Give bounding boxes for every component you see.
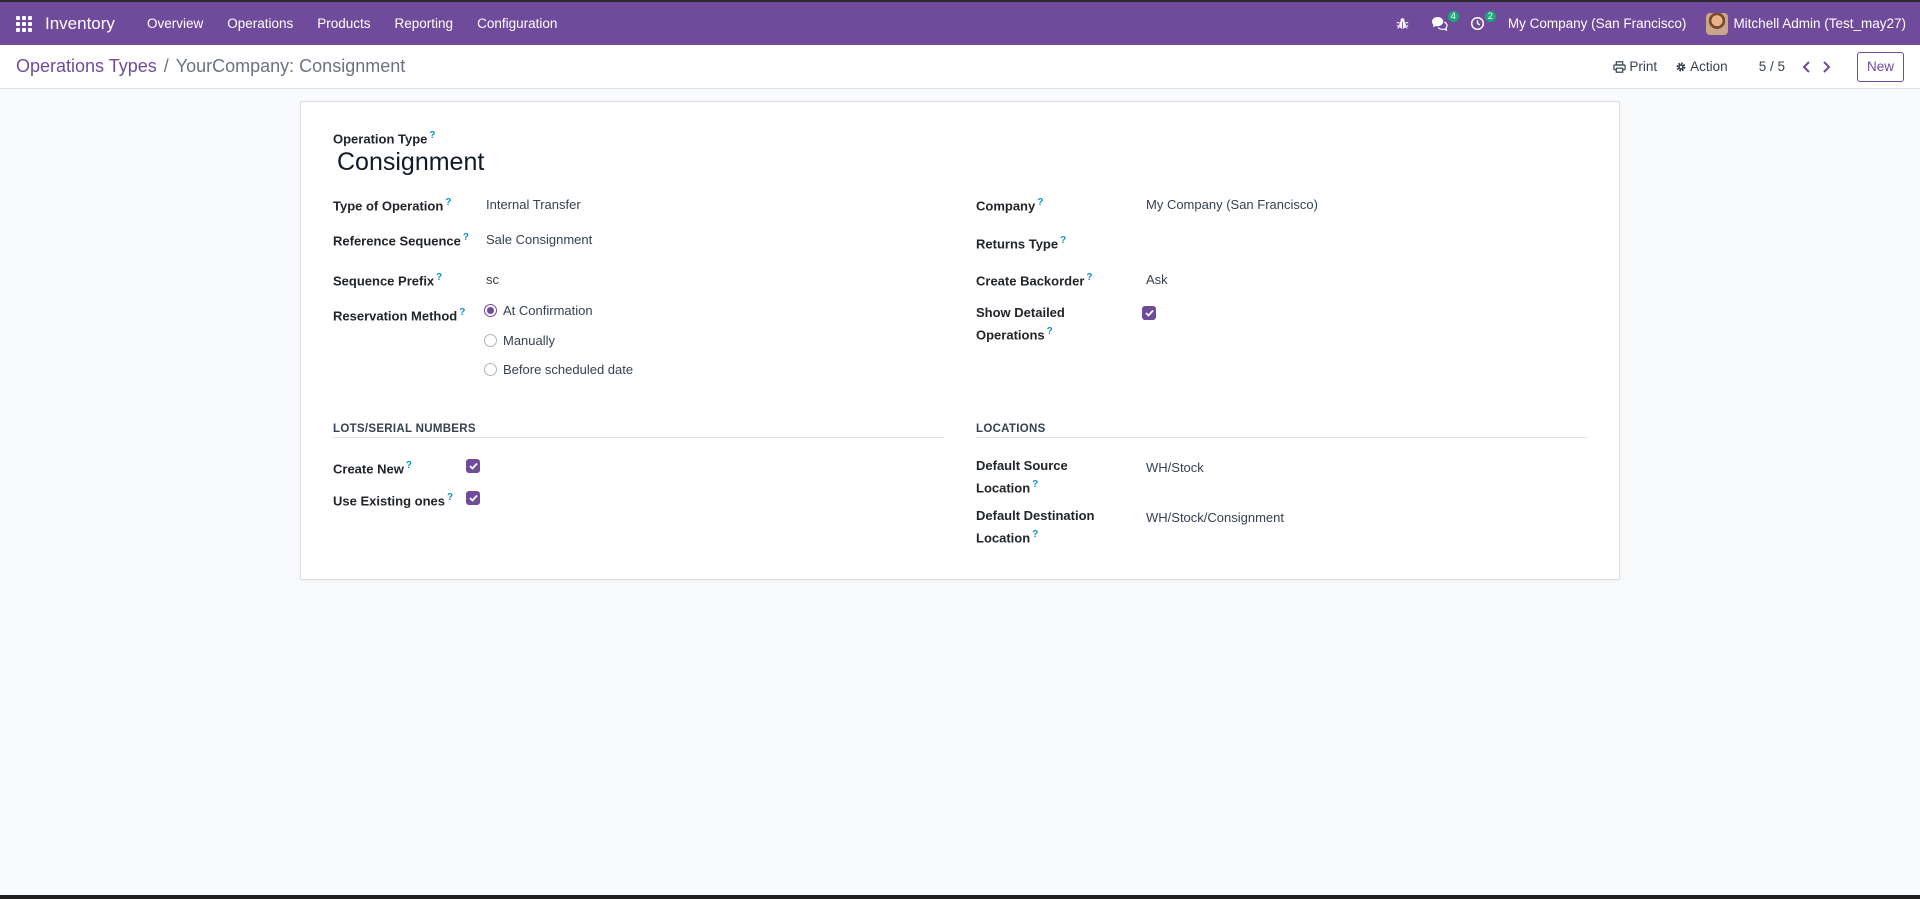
reservation-radio-at-confirmation[interactable]: At Confirmation: [484, 303, 593, 318]
action-button[interactable]: Action: [1666, 59, 1737, 74]
radio-label: At Confirmation: [503, 303, 593, 318]
reservation-method-label: Reservation Method?: [333, 307, 466, 324]
action-label: Action: [1690, 59, 1728, 74]
locations-section-title: LOCATIONS: [976, 423, 1587, 438]
lots-serial-section-title: LOTS/SERIAL NUMBERS: [333, 423, 944, 438]
messages-chat-icon[interactable]: 4: [1420, 2, 1460, 45]
radio-label: Before scheduled date: [503, 362, 634, 377]
show-detailed-operations-label: Show Detailed Operations?: [976, 305, 1065, 343]
default-source-location-field[interactable]: WH/Stock: [1146, 458, 1204, 477]
print-icon: [1613, 60, 1627, 73]
help-tooltip-icon[interactable]: ?: [1086, 272, 1092, 283]
breadcrumb-separator: /: [163, 56, 169, 76]
create-new-label: Create New?: [333, 460, 412, 477]
help-tooltip-icon[interactable]: ?: [1060, 235, 1066, 246]
gear-icon: [1676, 62, 1686, 71]
new-button[interactable]: New: [1856, 51, 1904, 82]
sequence-prefix-field[interactable]: sc: [486, 270, 499, 289]
print-button[interactable]: Print: [1604, 59, 1666, 74]
help-tooltip-icon[interactable]: ?: [406, 460, 412, 471]
reservation-radio-before-scheduled-date[interactable]: Before scheduled date: [484, 362, 633, 377]
default-source-location-label: Default Source Location?: [976, 458, 1068, 496]
main-menu: Overview Operations Products Reporting C…: [135, 2, 569, 45]
help-tooltip-icon[interactable]: ?: [463, 232, 469, 243]
use-existing-label: Use Existing ones?: [333, 492, 454, 509]
use-existing-checkbox[interactable]: [466, 491, 480, 505]
help-tooltip-icon[interactable]: ?: [1037, 197, 1043, 208]
debug-bug-icon[interactable]: [1385, 2, 1420, 45]
user-name: Mitchell Admin (Test_may27): [1733, 16, 1906, 31]
form-sheet: Operation Type? Consignment Type of Oper…: [300, 101, 1620, 580]
messages-count-badge: 4: [1446, 10, 1460, 23]
avatar: [1706, 12, 1729, 35]
help-tooltip-icon[interactable]: ?: [459, 307, 465, 318]
control-panel-actions: Print Action 5 / 5 New: [1604, 51, 1904, 82]
breadcrumb-current-record: YourCompany: Consignment: [175, 56, 406, 76]
returns-type-field[interactable]: [1146, 233, 1446, 252]
company-switcher[interactable]: My Company (San Francisco): [1496, 2, 1699, 45]
apps-menu-icon[interactable]: [0, 2, 48, 45]
create-new-checkbox[interactable]: [466, 459, 480, 473]
company-field[interactable]: My Company (San Francisco): [1146, 195, 1318, 214]
breadcrumb: Operations Types / YourCompany: Consignm…: [16, 56, 405, 77]
top-navbar: Inventory Overview Operations Products R…: [0, 0, 1920, 45]
sequence-prefix-label: Sequence Prefix?: [333, 272, 443, 289]
checkmark-icon: [468, 462, 478, 470]
menu-configuration[interactable]: Configuration: [465, 2, 569, 45]
breadcrumb-operations-types[interactable]: Operations Types: [16, 56, 157, 77]
operation-type-label: Operation Type?: [333, 130, 436, 147]
control-panel: Operations Types / YourCompany: Consignm…: [0, 45, 1920, 89]
user-menu[interactable]: Mitchell Admin (Test_may27): [1698, 2, 1914, 45]
help-tooltip-icon[interactable]: ?: [445, 197, 451, 208]
menu-products[interactable]: Products: [305, 2, 382, 45]
type-of-operation-label: Type of Operation?: [333, 197, 452, 214]
menu-overview[interactable]: Overview: [135, 2, 215, 45]
radio-selected-icon: [484, 304, 497, 317]
menu-reporting[interactable]: Reporting: [383, 2, 466, 45]
checkmark-icon: [1144, 309, 1154, 317]
create-backorder-field[interactable]: Ask: [1146, 270, 1168, 289]
type-of-operation-field[interactable]: Internal Transfer: [486, 195, 581, 214]
pager-previous-icon[interactable]: [1797, 55, 1817, 79]
pager-next-icon[interactable]: [1817, 55, 1837, 79]
reference-sequence-label: Reference Sequence?: [333, 232, 470, 249]
pager: 5 / 5: [1759, 55, 1837, 79]
help-tooltip-icon[interactable]: ?: [436, 272, 442, 283]
reference-sequence-field[interactable]: Sale Consignment: [486, 230, 592, 249]
help-tooltip-icon[interactable]: ?: [447, 492, 453, 503]
default-destination-location-label: Default Destination Location?: [976, 508, 1095, 546]
radio-unselected-icon: [484, 363, 497, 376]
radio-unselected-icon: [484, 334, 497, 347]
help-tooltip-icon[interactable]: ?: [429, 130, 435, 141]
print-label: Print: [1629, 59, 1658, 74]
help-tooltip-icon[interactable]: ?: [1047, 326, 1053, 337]
operation-type-name-input[interactable]: Consignment: [337, 148, 484, 177]
activities-clock-icon[interactable]: 2: [1459, 2, 1497, 45]
checkmark-icon: [468, 494, 478, 502]
menu-operations[interactable]: Operations: [215, 2, 305, 45]
reservation-radio-manually[interactable]: Manually: [484, 333, 555, 348]
activities-count-badge: 2: [1483, 10, 1497, 23]
help-tooltip-icon[interactable]: ?: [1032, 479, 1038, 490]
default-destination-location-field[interactable]: WH/Stock/Consignment: [1146, 508, 1284, 527]
show-detailed-operations-checkbox[interactable]: [1142, 306, 1156, 320]
screen-bottom-bar: [0, 895, 1920, 899]
help-tooltip-icon[interactable]: ?: [1032, 529, 1038, 540]
pager-value[interactable]: 5 / 5: [1759, 59, 1785, 74]
company-label: Company?: [976, 197, 1044, 214]
navbar-systray: 4 2 My Company (San Francisco) Mitchell …: [1385, 2, 1920, 45]
create-backorder-label: Create Backorder?: [976, 272, 1093, 289]
returns-type-label: Returns Type?: [976, 235, 1067, 252]
radio-label: Manually: [503, 333, 556, 348]
app-brand[interactable]: Inventory: [45, 14, 115, 34]
